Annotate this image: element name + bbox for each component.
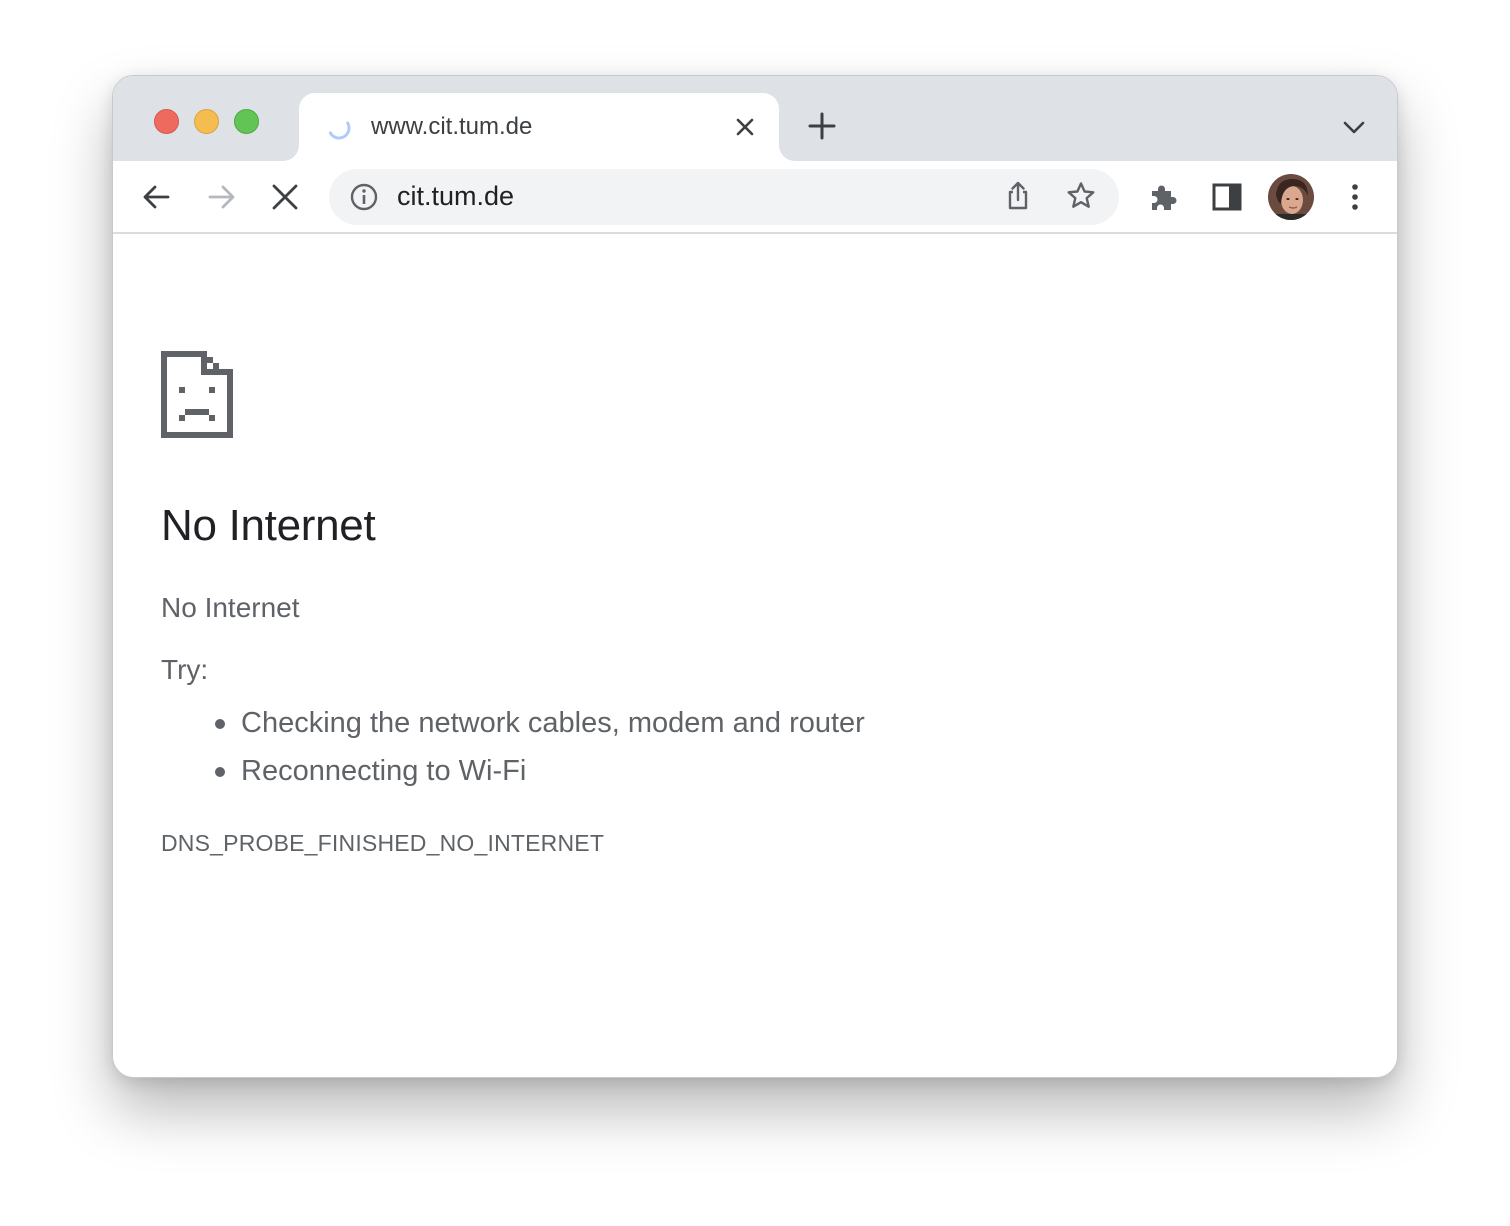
site-info-icon[interactable] (349, 182, 379, 212)
sad-page-icon (161, 351, 233, 438)
try-label: Try: (161, 654, 209, 685)
forward-icon[interactable] (204, 180, 238, 214)
bullet (215, 719, 225, 729)
error-code: DNS_PROBE_FINISHED_NO_INTERNET (161, 830, 605, 856)
tab-search-icon[interactable] (1341, 114, 1367, 140)
suggestions-list: Checking the network cables, modem and r… (215, 699, 865, 795)
suggestion-text: Checking the network cables, modem and r… (241, 707, 865, 739)
tab-title: www.cit.tum.de (371, 113, 533, 140)
page-content: No Internet No Internet Try: Checking th… (113, 236, 1397, 1077)
close-tab-icon[interactable] (733, 115, 757, 139)
back-icon[interactable] (140, 180, 174, 214)
tab-strip: www.cit.tum.de (113, 76, 1397, 161)
error-subtitle: No Internet (161, 592, 300, 623)
side-panel-icon[interactable] (1210, 180, 1244, 214)
close-window-icon[interactable] (154, 109, 179, 134)
url-text[interactable]: cit.tum.de (397, 181, 514, 212)
suggestion-text: Reconnecting to Wi-Fi (241, 755, 527, 787)
share-icon[interactable] (1002, 180, 1034, 212)
zoom-window-icon[interactable] (234, 109, 259, 134)
browser-window: www.cit.tum.de cit.tum.de No Internet No… (112, 75, 1398, 1078)
new-tab-icon[interactable] (807, 111, 837, 141)
bookmark-star-icon[interactable] (1065, 180, 1097, 212)
profile-avatar[interactable] (1268, 174, 1314, 220)
extensions-puzzle-icon[interactable] (1146, 180, 1180, 214)
minimize-window-icon[interactable] (194, 109, 219, 134)
profile-photo (1268, 174, 1314, 220)
bullet (215, 767, 225, 777)
more-menu-icon[interactable] (1338, 180, 1372, 214)
address-bar[interactable]: cit.tum.de (329, 169, 1119, 225)
active-tab[interactable]: www.cit.tum.de (299, 93, 779, 161)
loading-spinner-icon (328, 121, 351, 140)
stop-loading-icon[interactable] (268, 180, 302, 214)
list-item: Reconnecting to Wi-Fi (215, 747, 865, 795)
error-title: No Internet (161, 501, 376, 550)
list-item: Checking the network cables, modem and r… (215, 699, 865, 747)
toolbar: cit.tum.de (113, 161, 1397, 234)
